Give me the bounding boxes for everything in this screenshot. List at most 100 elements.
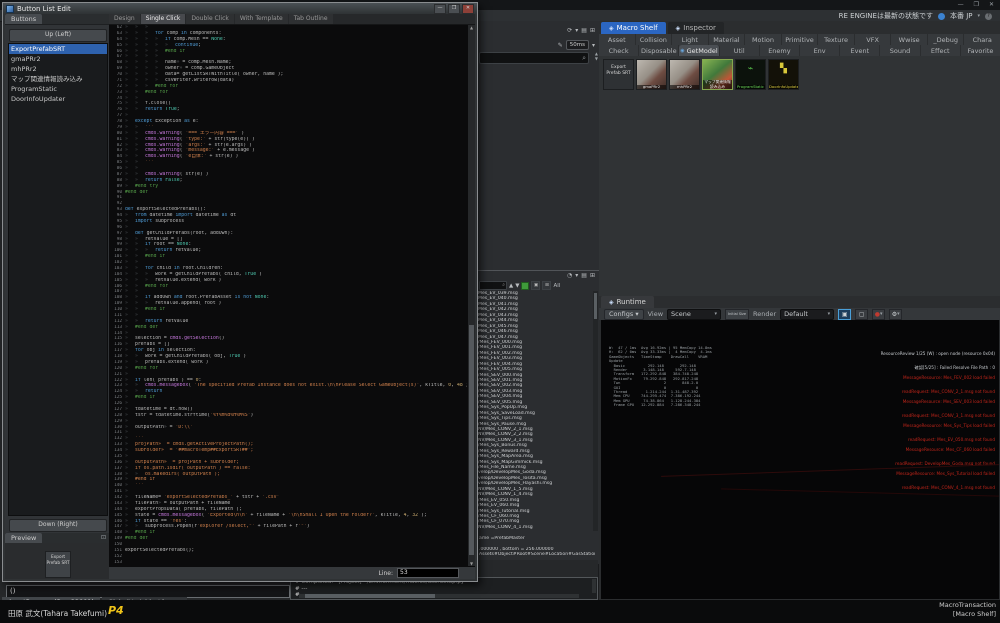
shelf-category-tab[interactable]: Favorite [961, 45, 1000, 56]
list-view-icon[interactable]: ▤ [581, 27, 587, 34]
button-list-item[interactable]: ProgramStatic [9, 84, 107, 94]
shelf-category-tab[interactable]: Texture [818, 34, 855, 45]
shelf-category-tab[interactable]: Util [720, 45, 760, 56]
code-scrollbar[interactable]: ▲ ▼ [468, 25, 475, 566]
shelf-button[interactable]: mhPRr2 [669, 59, 700, 90]
tab-preview[interactable]: Preview [5, 533, 42, 543]
shelf-category-tab[interactable]: Enemy [760, 45, 800, 56]
chevron-down-icon[interactable]: ▾ [575, 272, 578, 279]
close-icon[interactable]: ✕ [462, 4, 474, 14]
display-mode-icon[interactable]: ▣ [838, 309, 851, 320]
close-icon[interactable]: ✕ [989, 1, 994, 9]
scene-select[interactable]: Scene▾ [667, 309, 721, 320]
runtime-viewport[interactable]: W: 47 / 1ms Avg 16.92ms | 95 MemCopy 14.… [601, 320, 999, 599]
chevron-down-icon[interactable]: ▾ [575, 27, 578, 34]
environment-selector[interactable]: 本番 JP [950, 11, 973, 21]
button-list-item[interactable]: mhPRr2 [9, 64, 107, 74]
editor-tab[interactable]: With Template [235, 14, 288, 24]
next-match-icon[interactable]: ▼ [515, 283, 519, 289]
record-icon[interactable]: ●▾ [872, 309, 885, 320]
window-titlebar[interactable]: Button List Edit — ❐ ✕ [3, 3, 477, 14]
grid-view-icon[interactable]: ⊞ [590, 272, 595, 279]
editor-tab[interactable]: Design [109, 14, 140, 24]
lock-icon[interactable]: ▣ [531, 281, 540, 290]
button-list-item[interactable]: DoorInfoUpdater [9, 94, 107, 104]
pin-icon[interactable]: ◔ [567, 272, 572, 279]
initial-size-button[interactable]: Initial Size [725, 309, 749, 320]
render-select[interactable]: Default▾ [780, 309, 834, 320]
tab-buttons[interactable]: Buttons [5, 14, 42, 24]
shelf-button[interactable]: マップ関連情報読み込み [702, 59, 733, 90]
console-hscrollbar[interactable] [299, 594, 579, 598]
scroll-up-icon[interactable]: ▲ [468, 25, 475, 30]
shelf-category-tab[interactable]: Event [840, 45, 880, 56]
editor-tab[interactable]: Double Click [186, 14, 233, 24]
scroll-down-icon[interactable]: ▼ [468, 561, 475, 566]
shelf-category-tab[interactable]: Collision [636, 34, 673, 45]
tab-runtime[interactable]: ◈ Runtime [601, 296, 654, 308]
shelf-category-tab[interactable]: Material [709, 34, 746, 45]
tab-inspector[interactable]: ◈ Inspector [668, 22, 724, 34]
move-up-button[interactable]: Up (Left) [9, 29, 107, 42]
shelf-button[interactable]: gmaPRr2 [636, 59, 667, 90]
chevron-down-icon[interactable]: ▾ [977, 13, 980, 19]
shelf-category-tab[interactable]: Env [800, 45, 840, 56]
help-icon[interactable]: ? [985, 13, 992, 20]
button-list-item[interactable]: マップ関連情報読み込み [9, 74, 107, 84]
refresh-icon[interactable]: ⟳ [567, 27, 572, 34]
button-list[interactable]: ExportPrefabSRTgmaPRr2mhPRr2マップ関連情報読み込みP… [8, 43, 108, 516]
filter-all-dropdown[interactable]: All [553, 283, 560, 289]
shelf-category-tab[interactable]: Check [599, 45, 639, 56]
shelf-category-tab[interactable]: Effect [921, 45, 961, 56]
list-view-icon[interactable]: ▤ [581, 272, 587, 279]
button-list-item[interactable]: gmaPRr2 [9, 54, 107, 64]
shelf-category-tab[interactable]: ◉GetModel [679, 45, 719, 56]
p4-logo-icon[interactable]: P4 [108, 604, 124, 617]
minimize-icon[interactable]: — [434, 4, 446, 14]
preview-shelf-button[interactable]: Export Prefab SRT [45, 551, 71, 578]
filter-input[interactable]: ⌕ [479, 281, 507, 290]
line-number-input[interactable]: 53 [397, 568, 459, 578]
category-label: _Debug [933, 36, 958, 44]
shelf-button[interactable]: ▚DoorInfoUpdater [768, 59, 799, 90]
tab-macro-shelf[interactable]: ◈ Macro Shelf [601, 22, 666, 34]
chevron-down-icon[interactable]: ▾ [592, 42, 595, 49]
shelf-category-tab[interactable]: Motion [745, 34, 782, 45]
grid-view-icon[interactable]: ⊞ [590, 27, 595, 34]
maximize-icon[interactable]: ❐ [448, 4, 460, 14]
configs-button[interactable]: Configs ▾ [604, 309, 644, 320]
file-list-scrollbar[interactable] [593, 291, 598, 531]
editor-tab[interactable]: Single Click [141, 14, 186, 24]
editor-tab[interactable]: Tab Outline [289, 14, 333, 24]
console-vscrollbar[interactable] [592, 579, 596, 593]
filter-icon[interactable]: ⊞ [542, 281, 551, 290]
app-window-controls[interactable]: — ❐ ✕ [958, 1, 994, 9]
viewport-settings-icon[interactable]: ⚙▾ [889, 309, 902, 320]
refresh-interval-chip[interactable]: 50ms [566, 40, 589, 50]
edit-icon[interactable]: ✎ [558, 42, 563, 49]
scroll-thumb[interactable] [469, 325, 474, 555]
shelf-category-tab[interactable]: Primitive [782, 34, 819, 45]
move-down-button[interactable]: Down (Right) [9, 519, 107, 532]
shelf-category-tab[interactable]: Light [672, 34, 709, 45]
maximize-icon[interactable]: ❐ [974, 1, 979, 9]
scroll-arrows[interactable]: ▲▼ [595, 52, 598, 61]
search-input[interactable]: ⌕ [479, 52, 589, 64]
minimize-icon[interactable]: — [958, 1, 964, 9]
capture-icon[interactable]: ▢ [855, 309, 868, 320]
code-area[interactable]: 62»»»63»»»for comp in components:64»»»»i… [109, 25, 467, 566]
shelf-category-tab[interactable]: _Debug [928, 34, 965, 45]
file-list-item[interactable]: NV/Mes_CONV_4_1.msg [478, 525, 592, 530]
shelf-button[interactable]: ⌁ProgramStatic [735, 59, 766, 90]
prev-match-icon[interactable]: ▲ [509, 283, 513, 289]
detach-icon[interactable]: ⊡ [101, 533, 106, 543]
message-file-list[interactable]: Mes_EV_039.msgMes_EV_040.msgMes_EV_041.m… [478, 291, 592, 531]
button-list-item[interactable]: ExportPrefabSRT [9, 44, 107, 54]
shelf-category-tab[interactable]: Asset [599, 34, 636, 45]
shelf-button[interactable]: Export Prefab SRT [603, 59, 634, 90]
shelf-category-tab[interactable]: Disposable [639, 45, 679, 56]
shelf-category-tab[interactable]: VFX [855, 34, 892, 45]
shelf-category-tab[interactable]: Sound [880, 45, 920, 56]
shelf-category-tab[interactable]: Chara [964, 34, 1000, 45]
shelf-category-tab[interactable]: Wwise [891, 34, 928, 45]
